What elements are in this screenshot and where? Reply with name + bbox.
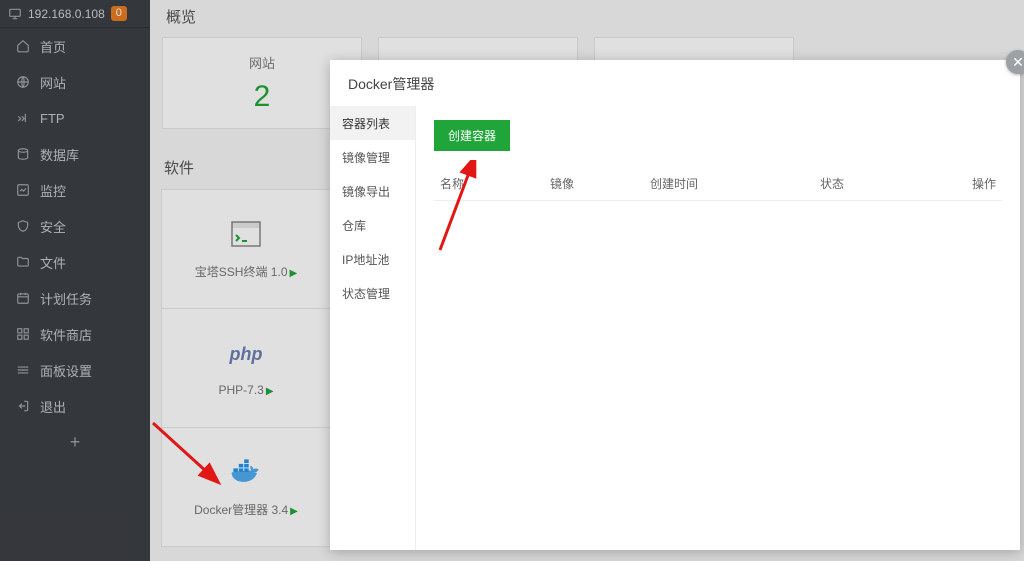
create-container-button[interactable]: 创建容器 <box>434 120 510 151</box>
modal-tab-images[interactable]: 镜像管理 <box>330 140 415 174</box>
col-created[interactable]: 创建时间 <box>644 167 814 201</box>
modal-tab-status[interactable]: 状态管理 <box>330 276 415 310</box>
container-table: 名称 镜像 创建时间 状态 操作 <box>434 167 1002 201</box>
col-status[interactable]: 状态 <box>814 167 952 201</box>
col-action[interactable]: 操作 <box>952 167 1002 201</box>
col-image[interactable]: 镜像 <box>544 167 644 201</box>
modal-tab-ippool[interactable]: IP地址池 <box>330 242 415 276</box>
close-icon: ✕ <box>1012 54 1024 71</box>
modal-content: 创建容器 名称 镜像 创建时间 状态 操作 <box>416 106 1020 550</box>
docker-modal: Docker管理器 容器列表 镜像管理 镜像导出 仓库 IP地址池 状态管理 创… <box>330 60 1020 550</box>
modal-tab-registry[interactable]: 仓库 <box>330 208 415 242</box>
modal-sidebar: 容器列表 镜像管理 镜像导出 仓库 IP地址池 状态管理 <box>330 106 416 550</box>
col-name[interactable]: 名称 <box>434 167 544 201</box>
modal-tab-containers[interactable]: 容器列表 <box>330 106 415 140</box>
modal-close-button[interactable]: ✕ <box>1006 50 1024 74</box>
modal-tab-export[interactable]: 镜像导出 <box>330 174 415 208</box>
modal-title: Docker管理器 <box>330 60 1020 106</box>
